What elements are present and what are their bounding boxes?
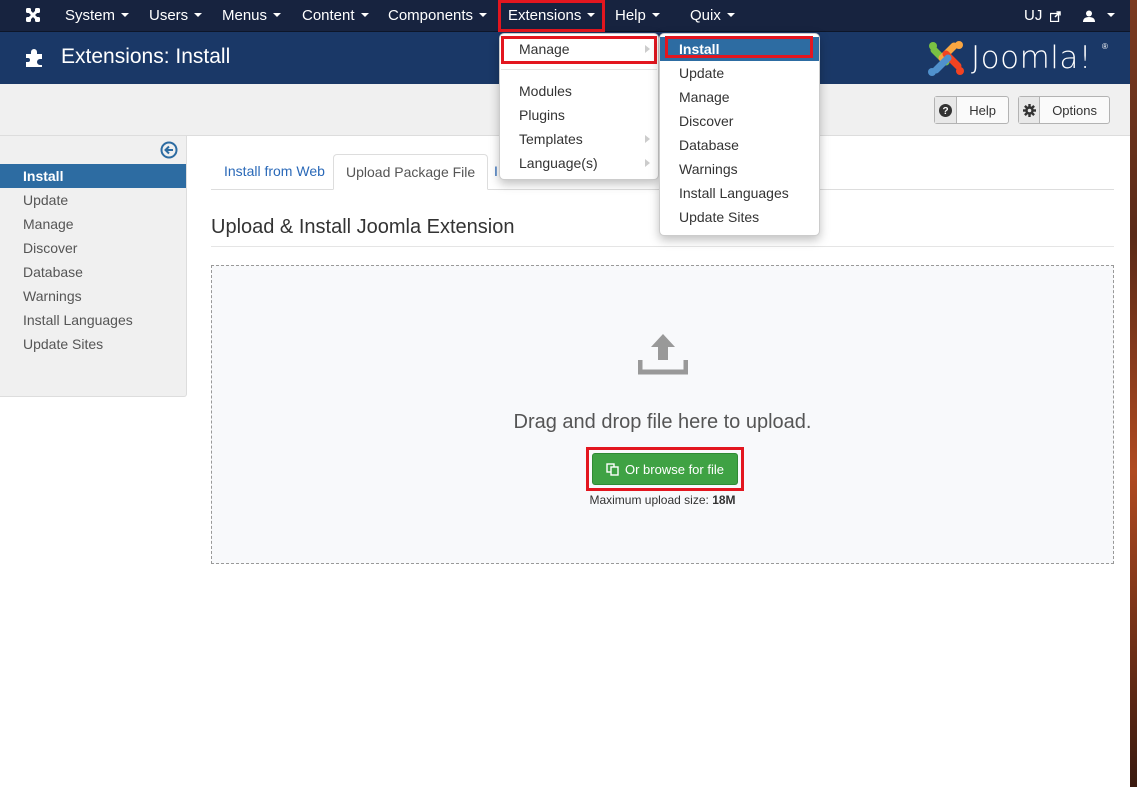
sidebar-item-update[interactable]: Update	[0, 188, 186, 212]
nav-help[interactable]: Help	[615, 0, 660, 32]
submenu-item-update[interactable]: Update	[660, 61, 819, 85]
arrow-left-circle-icon[interactable]	[160, 141, 178, 159]
caret-down-icon	[587, 13, 596, 18]
brand-text: Joomla!	[971, 40, 1092, 76]
caret-down-icon	[360, 13, 369, 18]
help-button-label: Help	[969, 102, 996, 118]
submenu-item-database[interactable]: Database	[660, 133, 819, 157]
caret-down-icon	[479, 13, 488, 18]
caret-right-icon	[645, 159, 650, 167]
section-title: Upload & Install Joomla Extension	[211, 216, 515, 238]
options-button[interactable]: Options	[1018, 96, 1110, 124]
sidebar-item-install-languages[interactable]: Install Languages	[0, 308, 186, 332]
manage-submenu: Install Update Manage Discover Database …	[659, 33, 820, 236]
manage-highlight	[501, 36, 657, 64]
nav-system[interactable]: System	[65, 0, 130, 32]
caret-down-icon	[273, 13, 282, 18]
caret-right-icon	[645, 135, 650, 143]
sidebar-item-manage[interactable]: Manage	[0, 212, 186, 236]
sidebar-item-database[interactable]: Database	[0, 260, 186, 284]
nav-menus[interactable]: Menus	[222, 0, 282, 32]
menu-item-templates-label: Templates	[519, 131, 583, 147]
gear-icon	[1019, 97, 1041, 123]
nav-system-label: System	[65, 7, 116, 24]
joomla-brand-logo: Joomla! ®	[926, 38, 1116, 78]
submenu-item-warnings[interactable]: Warnings	[660, 157, 819, 181]
sidebar-item-discover[interactable]: Discover	[0, 236, 186, 260]
user-icon	[1083, 10, 1095, 23]
submenu-item-install-languages[interactable]: Install Languages	[660, 181, 819, 205]
submenu-item-update-sites[interactable]: Update Sites	[660, 205, 819, 229]
browse-file-button[interactable]: Or browse for file	[592, 453, 738, 485]
nav-help-label: Help	[615, 7, 646, 24]
page-title: Extensions: Install	[61, 45, 231, 68]
tab-upload-package-file[interactable]: Upload Package File	[333, 154, 489, 190]
nav-content[interactable]: Content	[302, 0, 369, 32]
menu-item-modules[interactable]: Modules	[500, 79, 658, 103]
site-link[interactable]: UJ	[1024, 0, 1061, 32]
sidebar-item-warnings[interactable]: Warnings	[0, 284, 186, 308]
max-upload-size: Maximum upload size: 18M	[212, 493, 1113, 507]
copy-icon	[606, 462, 619, 476]
tab-install-from-web[interactable]: Install from Web	[212, 154, 337, 190]
nav-quix-label: Quix	[690, 7, 721, 24]
brand-registered: ®	[1102, 42, 1108, 51]
nav-users[interactable]: Users	[149, 0, 203, 32]
desktop-background-edge	[1130, 0, 1137, 787]
caret-down-icon	[726, 13, 735, 18]
menu-item-plugins[interactable]: Plugins	[500, 103, 658, 127]
browse-file-label: Or browse for file	[625, 461, 724, 477]
caret-down-icon	[194, 13, 203, 18]
svg-text:?: ?	[943, 106, 949, 117]
caret-down-icon	[1107, 13, 1116, 18]
help-button[interactable]: ? Help	[934, 96, 1009, 124]
max-upload-size-value: 18M	[712, 493, 736, 507]
joomla-icon[interactable]	[24, 6, 42, 24]
question-circle-icon: ?	[935, 97, 958, 123]
sidebar-item-install[interactable]: Install	[0, 164, 186, 188]
caret-down-icon	[651, 13, 660, 18]
menu-item-languages[interactable]: Language(s)	[500, 151, 658, 175]
upload-icon	[638, 334, 688, 375]
options-button-label: Options	[1052, 102, 1097, 118]
external-link-icon	[1049, 10, 1061, 22]
nav-components-label: Components	[388, 7, 474, 24]
top-navbar: System Users Menus Content Components Ex…	[0, 0, 1130, 32]
menu-item-languages-label: Language(s)	[519, 155, 598, 171]
nav-extensions[interactable]: Extensions	[498, 0, 605, 32]
sidebar: Install Update Manage Discover Database …	[0, 136, 187, 397]
nav-users-label: Users	[149, 7, 189, 24]
puzzle-icon	[26, 49, 42, 67]
extensions-dropdown: Manage Modules Plugins Templates Languag…	[499, 33, 659, 180]
sidebar-item-update-sites[interactable]: Update Sites	[0, 332, 186, 356]
max-upload-size-label: Maximum upload size:	[589, 493, 709, 507]
browse-highlight: Or browse for file	[586, 447, 744, 491]
joomla-logo-icon	[928, 41, 964, 76]
submenu-item-discover[interactable]: Discover	[660, 109, 819, 133]
nav-extensions-label: Extensions	[508, 7, 582, 24]
site-link-label: UJ	[1024, 7, 1043, 24]
nav-content-label: Content	[302, 7, 355, 24]
nav-components[interactable]: Components	[388, 0, 488, 32]
nav-quix[interactable]: Quix	[690, 0, 735, 32]
menu-item-templates[interactable]: Templates	[500, 127, 658, 151]
nav-menus-label: Menus	[222, 7, 268, 24]
caret-down-icon	[121, 13, 130, 18]
section-divider	[211, 246, 1114, 247]
install-highlight	[665, 36, 813, 58]
drop-text: Drag and drop file here to upload.	[513, 411, 812, 433]
user-menu[interactable]	[1083, 0, 1116, 32]
submenu-item-manage[interactable]: Manage	[660, 85, 819, 109]
menu-divider	[501, 69, 657, 70]
upload-dropzone[interactable]: Drag and drop file here to upload. Or br…	[211, 265, 1114, 564]
